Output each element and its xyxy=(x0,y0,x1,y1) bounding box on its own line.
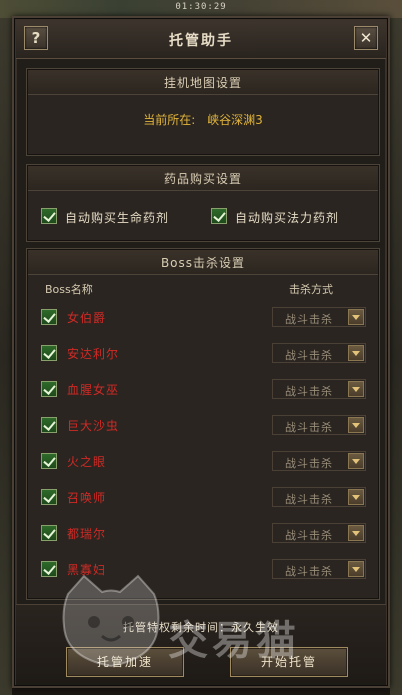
current-map-label: 当前所在: xyxy=(143,113,196,127)
auto-buy-mp-label: 自动购买法力药剂 xyxy=(235,211,340,225)
kill-method-select[interactable]: 战斗击杀 xyxy=(272,451,366,471)
boss-row: 巨大沙虫 战斗击杀 xyxy=(27,409,379,445)
dialog-title-bar: ? 托管助手 ✕ xyxy=(16,20,386,59)
dropdown-arrow-icon[interactable] xyxy=(348,561,364,577)
dialog-title: 托管助手 xyxy=(169,33,233,49)
kill-method-select[interactable]: 战斗击杀 xyxy=(272,379,366,399)
boss-checkbox[interactable] xyxy=(41,489,57,505)
game-screen: 01:30:29 ? 托管助手 ✕ 挂机地图设置 当前所在: 峡谷深渊3 药品购… xyxy=(0,0,402,695)
map-settings-title: 挂机地图设置 xyxy=(163,76,242,90)
dropdown-arrow-icon[interactable] xyxy=(348,345,364,361)
dialog-footer: 托管特权剩余时间：永久生效 托管加速 开始托管 xyxy=(16,604,386,685)
dropdown-arrow-icon[interactable] xyxy=(348,525,364,541)
boss-name: 巨大沙虫 xyxy=(67,419,120,433)
boss-row: 安达利尔 战斗击杀 xyxy=(27,337,379,373)
kill-method-value: 战斗击杀 xyxy=(285,493,333,506)
privilege-remaining-text: 托管特权剩余时间：永久生效 xyxy=(123,621,279,634)
boss-settings-section: Boss击杀设置 Boss名称 击杀方式 女伯爵 战斗击杀 安达利尔 战斗击杀 xyxy=(26,248,380,600)
boss-name: 召唤师 xyxy=(67,491,107,505)
boss-name: 安达利尔 xyxy=(67,347,120,361)
auto-buy-mp-checkbox[interactable] xyxy=(211,208,227,224)
dropdown-arrow-icon[interactable] xyxy=(348,381,364,397)
boss-name: 女伯爵 xyxy=(67,311,107,325)
current-map-value: 峡谷深渊3 xyxy=(207,113,263,127)
kill-method-select[interactable]: 战斗击杀 xyxy=(272,523,366,543)
kill-method-value: 战斗击杀 xyxy=(285,457,333,470)
boss-checkbox[interactable] xyxy=(41,345,57,361)
dropdown-arrow-icon[interactable] xyxy=(348,309,364,325)
boss-row: 都瑞尔 战斗击杀 xyxy=(27,517,379,553)
auto-buy-hp-label: 自动购买生命药剂 xyxy=(65,211,170,225)
game-scene-left xyxy=(0,18,12,695)
dropdown-arrow-icon[interactable] xyxy=(348,489,364,505)
boss-row: 火之眼 战斗击杀 xyxy=(27,445,379,481)
current-map-info: 当前所在: 峡谷深渊3 xyxy=(27,111,379,128)
auto-assistant-dialog: ? 托管助手 ✕ 挂机地图设置 当前所在: 峡谷深渊3 药品购买设置 自动购买生… xyxy=(12,16,390,688)
boss-name: 黑寡妇 xyxy=(67,563,107,577)
kill-method-value: 战斗击杀 xyxy=(285,565,333,578)
boss-row: 召唤师 战斗击杀 xyxy=(27,481,379,517)
boss-name: 血腥女巫 xyxy=(67,383,120,397)
boss-name-column-header: Boss名称 xyxy=(45,283,93,296)
dropdown-arrow-icon[interactable] xyxy=(348,453,364,469)
boss-name: 都瑞尔 xyxy=(67,527,107,541)
boss-row: 女伯爵 战斗击杀 xyxy=(27,301,379,337)
kill-method-select[interactable]: 战斗击杀 xyxy=(272,415,366,435)
potion-settings-section: 药品购买设置 自动购买生命药剂 自动购买法力药剂 xyxy=(26,164,380,242)
boss-checkbox[interactable] xyxy=(41,525,57,541)
boss-checkbox[interactable] xyxy=(41,309,57,325)
status-clock: 01:30:29 xyxy=(175,2,227,12)
potion-settings-header: 药品购买设置 xyxy=(28,166,378,191)
speedup-button[interactable]: 托管加速 xyxy=(66,647,184,677)
boss-name: 火之眼 xyxy=(67,455,107,469)
boss-checkbox[interactable] xyxy=(41,381,57,397)
kill-method-value: 战斗击杀 xyxy=(285,529,333,542)
kill-method-value: 战斗击杀 xyxy=(285,385,333,398)
kill-method-value: 战斗击杀 xyxy=(285,421,333,434)
boss-settings-header: Boss击杀设置 xyxy=(28,250,378,275)
kill-method-value: 战斗击杀 xyxy=(285,313,333,326)
auto-buy-hp-checkbox[interactable] xyxy=(41,208,57,224)
game-scene-right xyxy=(390,18,402,695)
boss-settings-title: Boss击杀设置 xyxy=(160,256,246,270)
close-button[interactable]: ✕ xyxy=(354,26,378,50)
boss-checkbox[interactable] xyxy=(41,453,57,469)
kill-method-column-header: 击杀方式 xyxy=(289,283,333,296)
map-settings-header: 挂机地图设置 xyxy=(28,70,378,95)
kill-method-select[interactable]: 战斗击杀 xyxy=(272,343,366,363)
potion-settings-title: 药品购买设置 xyxy=(163,172,242,186)
kill-method-select[interactable]: 战斗击杀 xyxy=(272,307,366,327)
kill-method-select[interactable]: 战斗击杀 xyxy=(272,487,366,507)
kill-method-value: 战斗击杀 xyxy=(285,349,333,362)
boss-checkbox[interactable] xyxy=(41,561,57,577)
start-auto-button[interactable]: 开始托管 xyxy=(230,647,348,677)
dropdown-arrow-icon[interactable] xyxy=(348,417,364,433)
boss-row: 血腥女巫 战斗击杀 xyxy=(27,373,379,409)
boss-checkbox[interactable] xyxy=(41,417,57,433)
kill-method-select[interactable]: 战斗击杀 xyxy=(272,559,366,579)
map-settings-section: 挂机地图设置 当前所在: 峡谷深渊3 xyxy=(26,68,380,156)
boss-row: 黑寡妇 战斗击杀 xyxy=(27,553,379,589)
